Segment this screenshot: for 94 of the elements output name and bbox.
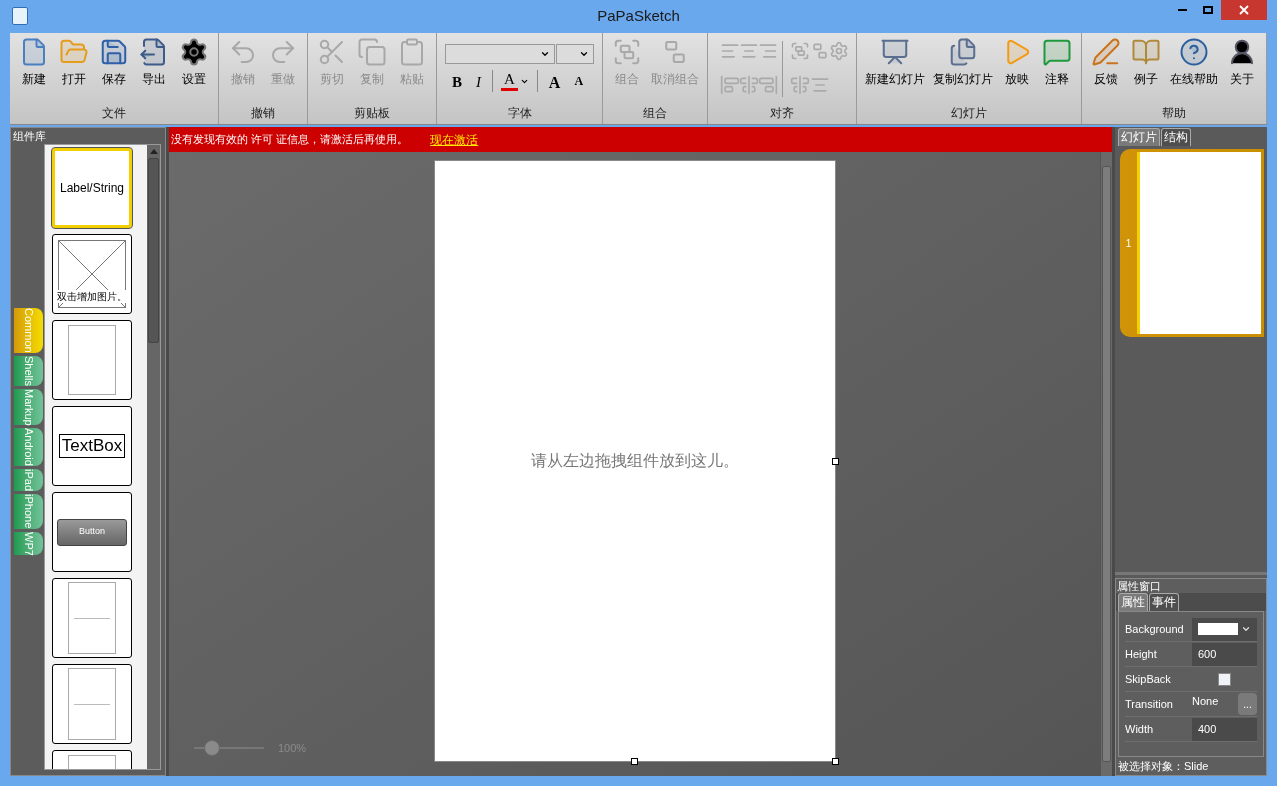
group-label: 组合 bbox=[642, 105, 668, 122]
caret-icon bbox=[1240, 624, 1251, 634]
caret-icon bbox=[579, 49, 589, 59]
group-label: 对齐 bbox=[769, 105, 795, 122]
property-field[interactable]: 400 bbox=[1191, 717, 1257, 741]
new-slide-icon bbox=[880, 37, 910, 67]
slide-number: 1 bbox=[1124, 236, 1133, 251]
caret-icon bbox=[540, 49, 550, 59]
activate-link[interactable]: 现在激活 bbox=[430, 130, 479, 149]
font-button[interactable]: B bbox=[449, 71, 465, 91]
property-name: Background bbox=[1125, 621, 1185, 637]
panel-tab[interactable]: 事件 bbox=[1149, 593, 1179, 611]
window-title: PaPaSketch bbox=[597, 6, 680, 27]
component-label: TextBox bbox=[58, 434, 126, 458]
ribbon-button[interactable]: 注释 bbox=[1037, 33, 1077, 89]
image-placeholder: 双击增加图片。 bbox=[58, 240, 126, 308]
component-item[interactable]: Button bbox=[52, 492, 132, 572]
font-button[interactable]: I bbox=[473, 71, 484, 91]
font-button[interactable]: A bbox=[545, 71, 564, 91]
page-thumbnail bbox=[68, 582, 116, 654]
font-family-dropdown[interactable] bbox=[445, 44, 555, 64]
ribbon-button[interactable]: 新建 bbox=[14, 33, 54, 89]
resize-handle[interactable] bbox=[630, 758, 638, 765]
close-button[interactable] bbox=[1221, 0, 1267, 20]
color-dropdown[interactable] bbox=[1191, 617, 1257, 641]
align-icon[interactable] bbox=[758, 75, 779, 95]
ribbon-button[interactable]: 打开 bbox=[54, 33, 94, 89]
property-name: Width bbox=[1125, 721, 1155, 737]
pencil-icon bbox=[1091, 37, 1121, 67]
book-icon bbox=[1131, 37, 1161, 67]
ribbon-button[interactable]: 新建幻灯片 bbox=[861, 33, 929, 89]
ribbon-button[interactable]: 设置 bbox=[174, 33, 214, 89]
component-item[interactable] bbox=[52, 664, 132, 744]
ribbon-button[interactable]: 例子 bbox=[1126, 33, 1166, 89]
panel-title: 属性窗口 bbox=[1116, 579, 1162, 593]
panel-title: 组件库 bbox=[12, 129, 47, 144]
resize-handle[interactable] bbox=[831, 458, 839, 465]
group-label: 撤销 bbox=[250, 105, 276, 122]
font-button[interactable]: A bbox=[571, 71, 587, 91]
align-icon[interactable] bbox=[720, 41, 740, 61]
speech-bubble-icon bbox=[1042, 37, 1072, 67]
component-label: Label/String bbox=[59, 180, 124, 197]
app-icon[interactable] bbox=[12, 7, 28, 25]
help-icon bbox=[1179, 37, 1209, 67]
font-button[interactable]: A bbox=[501, 71, 518, 91]
property-name: Transition bbox=[1125, 696, 1174, 712]
scrollbar[interactable] bbox=[1100, 152, 1112, 776]
slider-thumb[interactable] bbox=[203, 739, 220, 756]
component-label: Button bbox=[57, 518, 127, 546]
panel-tab[interactable]: 属性 bbox=[1118, 593, 1148, 611]
component-item[interactable] bbox=[52, 578, 132, 658]
component-item[interactable]: Label/String bbox=[52, 148, 132, 228]
more-button[interactable]: ... bbox=[1238, 693, 1257, 715]
ribbon-button[interactable]: 在线帮助 bbox=[1166, 33, 1222, 89]
duplicate-slide-icon bbox=[948, 37, 978, 67]
license-message: 没有发现有效的 许可 证信息，请激活后再使用。 bbox=[171, 132, 409, 148]
scrollbar[interactable] bbox=[147, 145, 160, 769]
copy-icon bbox=[357, 37, 387, 67]
group-label: 剪贴板 bbox=[353, 105, 391, 122]
scroll-up-icon[interactable] bbox=[149, 149, 158, 154]
component-item[interactable]: TextBox bbox=[52, 406, 132, 486]
zoom-slider[interactable] bbox=[194, 739, 264, 756]
ribbon-button[interactable]: 反馈 bbox=[1086, 33, 1126, 89]
component-item[interactable]: 双击增加图片。 bbox=[52, 234, 132, 314]
align-icon[interactable] bbox=[739, 75, 760, 95]
group-label: 幻灯片 bbox=[950, 105, 988, 122]
align-icon[interactable] bbox=[739, 41, 760, 61]
ribbon-button[interactable]: 关于 bbox=[1222, 33, 1262, 89]
property-value: None bbox=[1192, 694, 1219, 709]
ribbon-button[interactable]: 复制幻灯片 bbox=[929, 33, 997, 89]
ribbon-button[interactable]: 导出 bbox=[134, 33, 174, 89]
settings-icon bbox=[179, 37, 209, 67]
close-icon bbox=[1239, 5, 1249, 15]
drop-hint: 请从左边拖拽组件放到这儿。 bbox=[530, 451, 739, 471]
align-icon[interactable] bbox=[720, 75, 740, 95]
component-item[interactable] bbox=[52, 320, 132, 400]
group-label: 字体 bbox=[506, 105, 533, 122]
font-size-dropdown[interactable] bbox=[556, 44, 594, 64]
property-name: Height bbox=[1125, 646, 1158, 662]
align-icon[interactable] bbox=[758, 41, 779, 61]
property-name: SkipBack bbox=[1125, 671, 1172, 687]
ribbon-button[interactable]: 放映 bbox=[997, 33, 1037, 89]
group-label: 文件 bbox=[101, 105, 127, 122]
ribbon-button[interactable]: 保存 bbox=[94, 33, 134, 89]
checkbox[interactable] bbox=[1218, 672, 1231, 686]
selection-status: 被选择对象：Slide bbox=[1117, 759, 1210, 774]
page-thumbnail bbox=[68, 668, 116, 740]
panel-tab[interactable]: 幻灯片 bbox=[1118, 128, 1160, 146]
panel-thumbnail bbox=[68, 325, 116, 395]
resize-handle[interactable] bbox=[831, 758, 839, 765]
panel-tab[interactable]: 结构 bbox=[1161, 128, 1191, 146]
group-label: 帮助 bbox=[1161, 105, 1187, 122]
property-field[interactable]: 600 bbox=[1191, 642, 1257, 666]
group-icon bbox=[612, 37, 642, 67]
